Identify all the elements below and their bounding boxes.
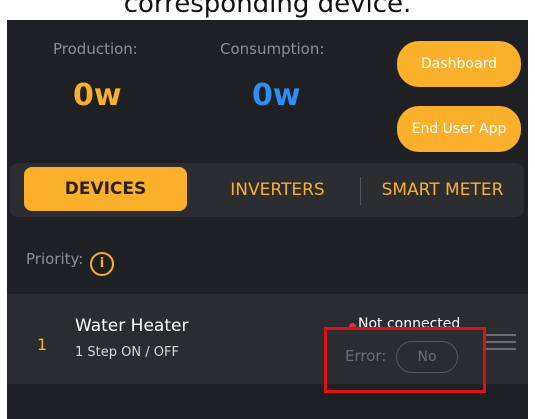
- highlight-box: [324, 327, 486, 393]
- consumption-value: 0w: [252, 78, 301, 113]
- tab-devices[interactable]: DEVICES: [24, 167, 187, 211]
- device-name: Water Heater: [75, 316, 189, 336]
- device-type: 1 Step ON / OFF: [75, 345, 179, 360]
- dashboard-button[interactable]: Dashboard: [397, 41, 521, 87]
- tab-inverters[interactable]: INVERTERS: [195, 163, 360, 217]
- end-user-app-button[interactable]: End User App: [397, 106, 521, 152]
- production-value: 0w: [73, 78, 122, 113]
- consumption-label: Consumption:: [220, 40, 325, 58]
- drag-handle-icon[interactable]: [486, 334, 516, 350]
- caption-text: corresponding device.: [123, 0, 412, 19]
- device-priority-number: 1: [37, 335, 48, 354]
- info-icon[interactable]: i: [90, 252, 114, 276]
- production-label: Production:: [53, 40, 138, 58]
- priority-label: Priority:: [26, 250, 84, 268]
- device-row[interactable]: 1 Water Heater 1 Step ON / OFF Not conne…: [7, 294, 528, 393]
- tab-bar: DEVICES INVERTERS SMART METER: [10, 163, 524, 217]
- app-panel: Production: 0w Consumption: 0w Dashboard…: [7, 20, 528, 419]
- tab-smart-meter[interactable]: SMART METER: [361, 163, 524, 217]
